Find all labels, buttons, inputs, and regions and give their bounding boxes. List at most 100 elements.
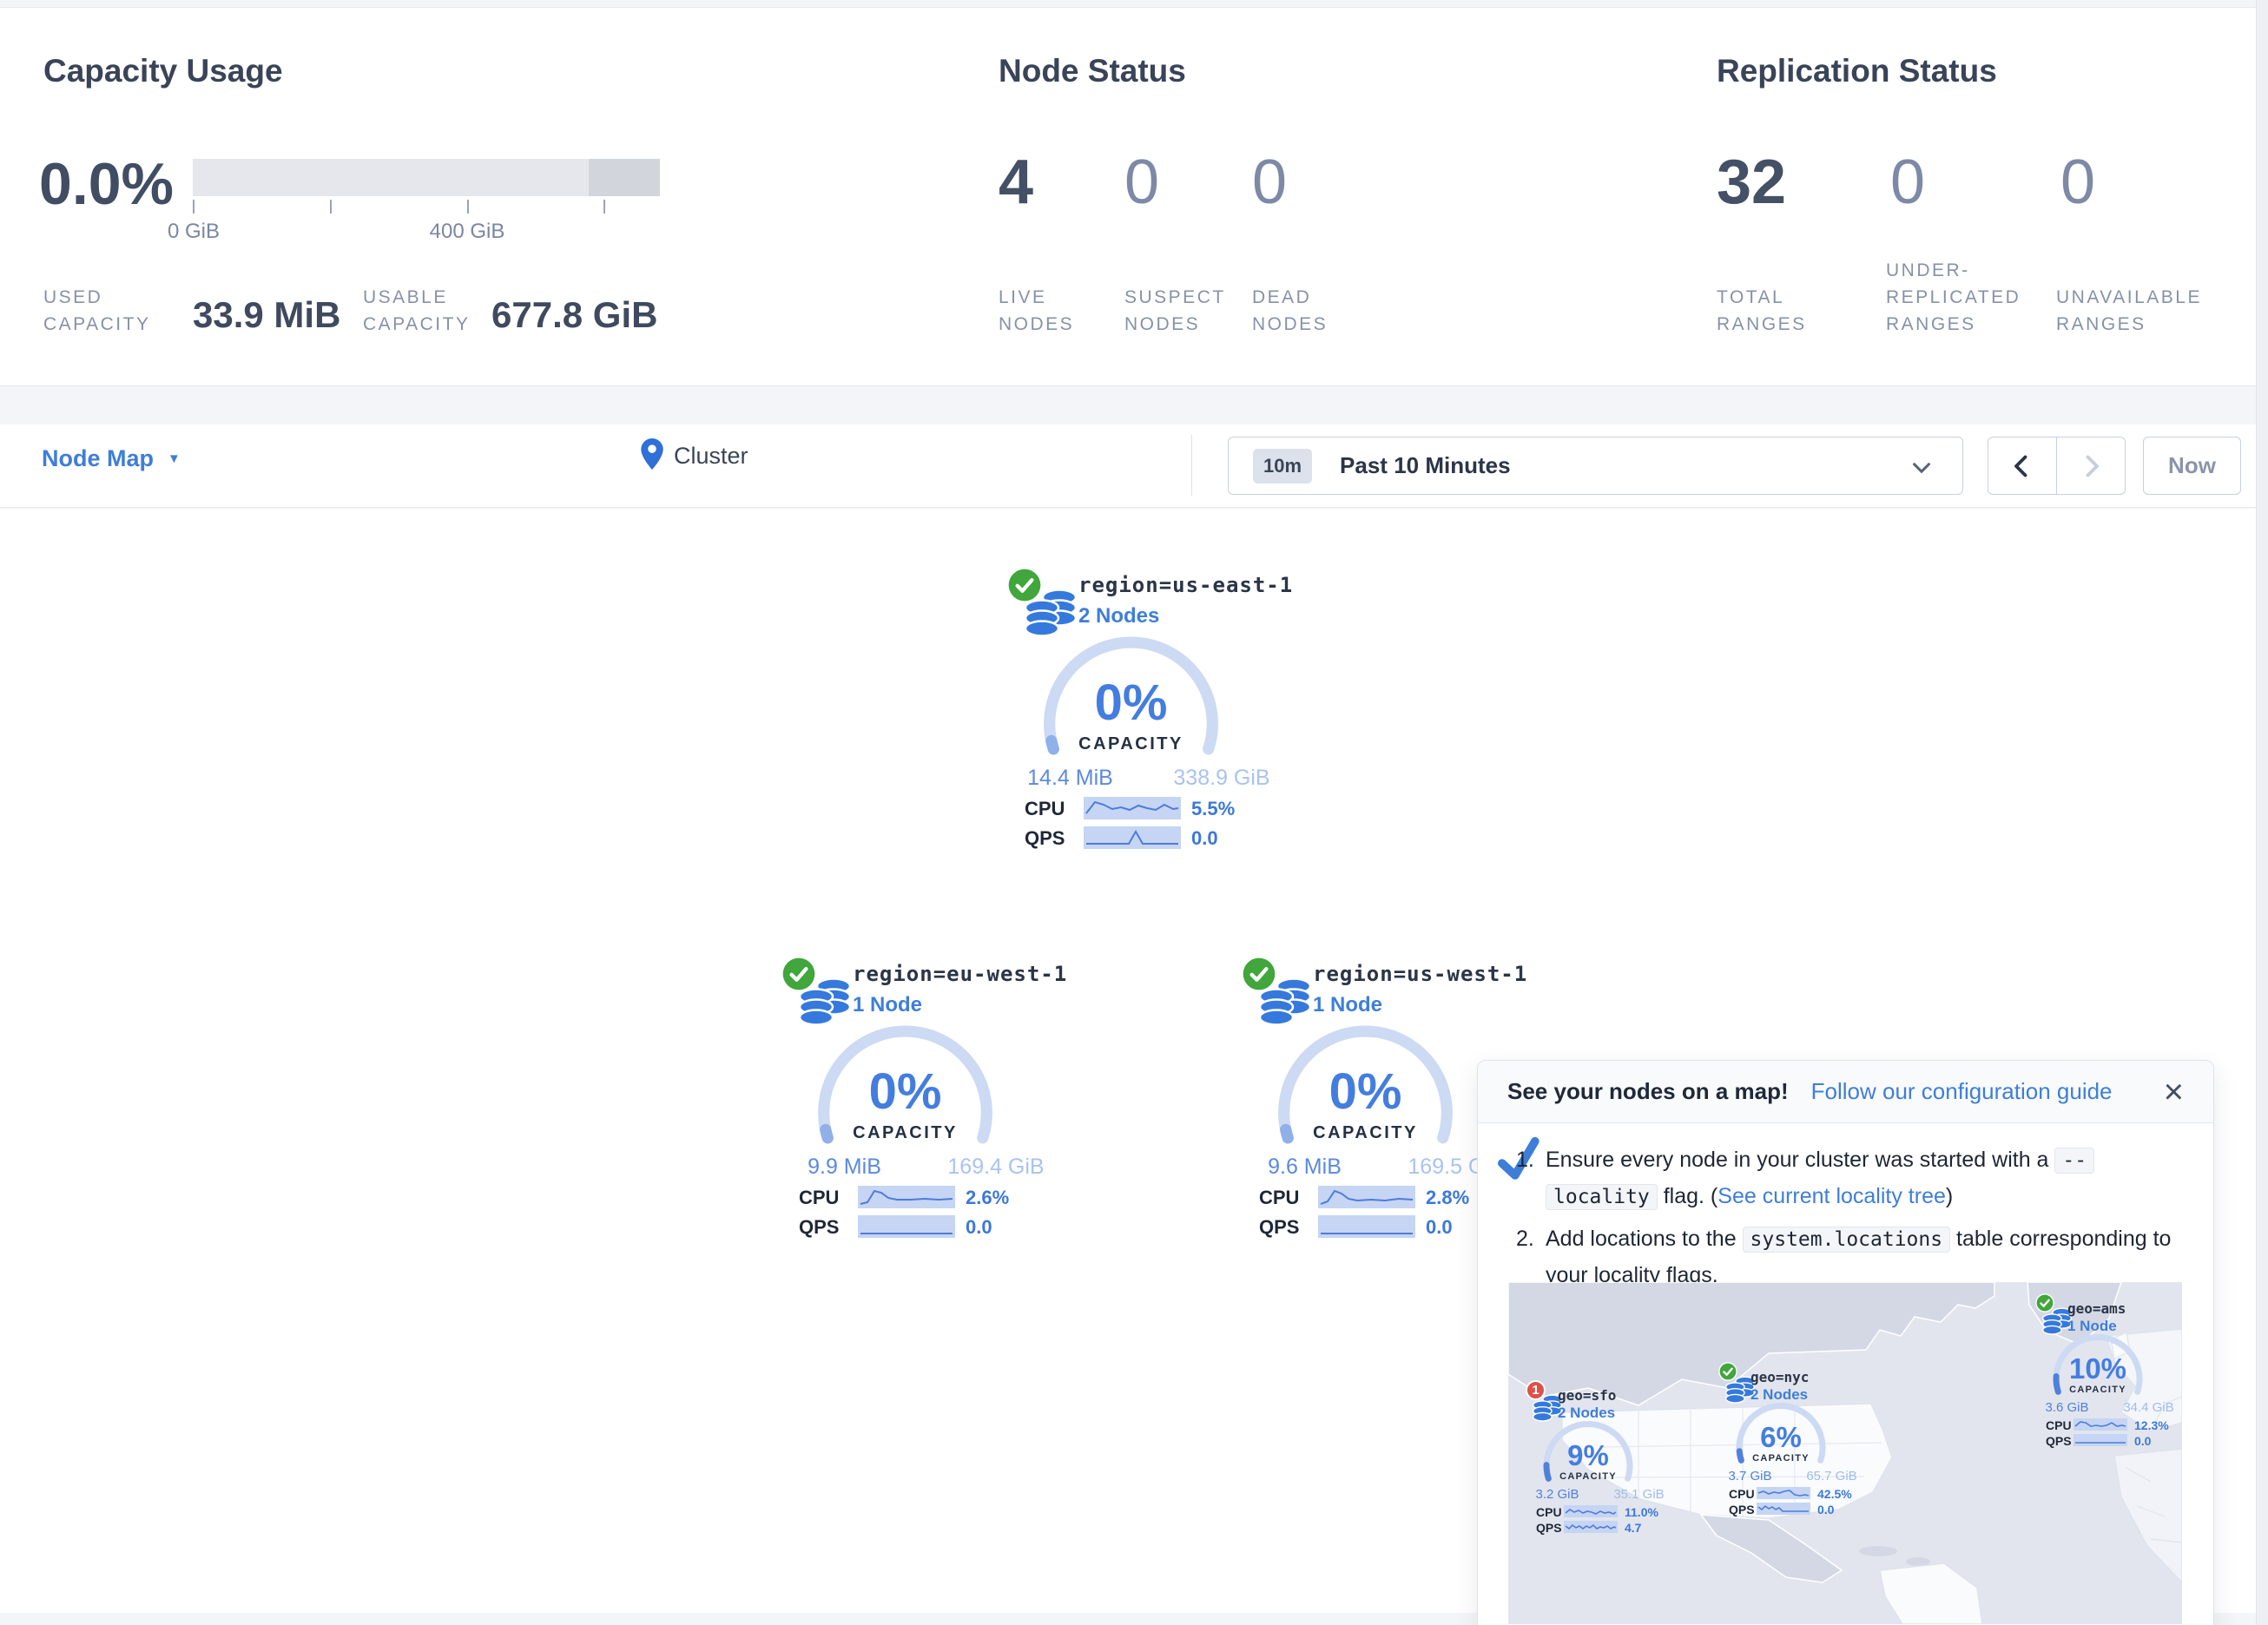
suspect-nodes-count: 0	[1124, 147, 1159, 218]
qps-label: QPS	[1259, 1216, 1299, 1239]
region-nodes-link[interactable]: 1 Node	[853, 993, 922, 1017]
step-text: Ensure every node in your cluster was st…	[1546, 1148, 2054, 1172]
time-back-button[interactable]	[1988, 438, 2056, 494]
qps-sparkline	[1318, 1215, 1415, 1238]
qps-value: 0.0	[1191, 827, 1218, 850]
location-pin-icon	[641, 438, 663, 474]
capacity-percent: 9%	[1540, 1439, 1636, 1472]
capacity-label: CAPACITY	[1733, 1453, 1829, 1464]
database-icon	[797, 976, 853, 1030]
geo-nodes-link[interactable]: 1 Node	[2067, 1318, 2117, 1335]
region-locality-label: region=us-west-1	[1313, 962, 1527, 986]
node-status-title: Node Status	[999, 53, 1186, 89]
used-capacity-value: 33.9 MiB	[193, 294, 340, 336]
usable-capacity-label: USABLE CAPACITY	[363, 284, 493, 338]
world-map-preview: 1 geo=sfo 2 Nodes 9% CAPACITY 3.2 GiB	[1508, 1282, 2182, 1624]
capacity-total: 338.9 GiB	[1165, 766, 1278, 791]
cpu-row: CPU 11.0%	[1536, 1505, 1675, 1519]
step-text: flag. (	[1658, 1184, 1717, 1208]
live-nodes-label: LIVE NODES	[999, 284, 1107, 338]
capacity-usage-bar	[193, 159, 660, 196]
cpu-row: CPU 42.5%	[1729, 1487, 1868, 1501]
breadcrumb[interactable]: Cluster	[641, 438, 748, 474]
region-nodes-link[interactable]: 1 Node	[1313, 993, 1382, 1017]
suspect-nodes-label: SUSPECT NODES	[1124, 284, 1237, 338]
close-icon[interactable]: ×	[2164, 1079, 2184, 1105]
step-number: 1.	[1516, 1142, 1534, 1178]
unavailable-label: UNAVAILABLE RANGES	[2056, 284, 2243, 338]
cpu-label: CPU	[1259, 1187, 1299, 1209]
axis-tick-label: 0 GiB	[142, 220, 246, 244]
instruction-step-1: 1. Ensure every node in your cluster was…	[1516, 1142, 2193, 1215]
chevron-left-icon	[2010, 454, 2034, 478]
nodes-on-map-popup: See your nodes on a map! Follow our conf…	[1477, 1060, 2214, 1625]
qps-row: QPS 4.7	[1536, 1521, 1675, 1535]
database-icon	[1023, 587, 1078, 641]
axis-tick-label: 400 GiB	[415, 220, 519, 244]
step-number: 2.	[1516, 1221, 1534, 1257]
cpu-sparkline	[858, 1186, 955, 1208]
qps-label: QPS	[1025, 827, 1065, 850]
step-text: )	[1946, 1184, 1953, 1208]
cpu-sparkline	[1564, 1505, 1618, 1517]
capacity-used: 9.9 MiB	[790, 1155, 899, 1180]
region-card-eu-west-1: region=eu-west-1 1 Node 0% CAPACITY 9.9 …	[773, 951, 1068, 1243]
region-nodes-link[interactable]: 2 Nodes	[1078, 604, 1159, 628]
time-range-badge: 10m	[1253, 449, 1312, 484]
step-text: Add locations to the	[1546, 1227, 1743, 1251]
cpu-label: CPU	[799, 1187, 839, 1209]
time-range-dropdown[interactable]: 10m Past 10 Minutes	[1228, 437, 1963, 495]
capacity-used: 3.6 GiB	[2030, 1400, 2104, 1415]
map-node-geo-nyc: geo=nyc 2 Nodes 6% CAPACITY 3.7 GiB 65.7…	[1718, 1362, 1866, 1520]
system-locations-code: system.locations	[1743, 1227, 1951, 1253]
toolbar-divider	[1191, 435, 1192, 496]
region-locality-label: region=us-east-1	[1078, 573, 1293, 597]
cpu-label: CPU	[1536, 1505, 1562, 1519]
qps-label: QPS	[2046, 1434, 2072, 1448]
capacity-bar-reserved-segment	[589, 159, 660, 196]
capacity-label: CAPACITY	[1540, 1471, 1636, 1482]
qps-label: QPS	[1729, 1503, 1755, 1516]
capacity-label: CAPACITY	[1272, 1123, 1459, 1143]
qps-value: 0.0	[2134, 1434, 2151, 1448]
cpu-sparkline	[1757, 1487, 1810, 1499]
geo-locality-label: geo=sfo	[1558, 1387, 1616, 1404]
cpu-sparkline	[1084, 797, 1181, 819]
geo-locality-label: geo=ams	[2067, 1300, 2126, 1317]
popup-header: See your nodes on a map! Follow our conf…	[1478, 1061, 2213, 1123]
qps-label: QPS	[799, 1216, 839, 1239]
page-scrollbar[interactable]	[2256, 0, 2268, 1625]
chevron-down-icon	[1910, 462, 1933, 474]
region-card-us-east-1: region=us-east-1 2 Nodes 0% CAPACITY 14.…	[999, 562, 1294, 854]
node-map-canvas: region=us-east-1 2 Nodes 0% CAPACITY 14.…	[0, 509, 2268, 1613]
qps-sparkline	[858, 1215, 955, 1238]
unavailable-count: 0	[2060, 147, 2095, 218]
axis-tick	[193, 200, 194, 214]
qps-sparkline	[1757, 1503, 1810, 1515]
capacity-used: 14.4 MiB	[1016, 766, 1124, 791]
database-icon	[1257, 976, 1313, 1030]
node-map-page: Capacity Usage 0.0% 0 GiB 400 GiB USED C…	[0, 0, 2268, 1625]
time-range-label: Past 10 Minutes	[1340, 452, 1511, 479]
locality-tree-link[interactable]: See current locality tree	[1717, 1184, 1946, 1208]
now-button[interactable]: Now	[2143, 437, 2241, 495]
capacity-percent: 0%	[1272, 1062, 1459, 1121]
capacity-percent: 0%	[812, 1062, 999, 1121]
qps-value: 0.0	[1426, 1216, 1453, 1239]
dead-nodes-count: 0	[1252, 147, 1287, 218]
breadcrumb-cluster-label: Cluster	[674, 443, 748, 470]
chevron-right-icon	[2079, 454, 2103, 478]
cpu-label: CPU	[1025, 798, 1065, 820]
qps-row: QPS 0.0	[1729, 1503, 1868, 1516]
configuration-guide-link[interactable]: Follow our configuration guide	[1811, 1078, 2113, 1105]
time-forward-button[interactable]	[2056, 438, 2125, 494]
qps-value: 0.0	[966, 1216, 992, 1239]
capacity-used-percent: 0.0%	[39, 150, 174, 218]
capacity-label: CAPACITY	[2050, 1385, 2146, 1395]
cluster-summary-bar: Capacity Usage 0.0% 0 GiB 400 GiB USED C…	[0, 7, 2268, 386]
geo-nodes-link[interactable]: 2 Nodes	[1750, 1386, 1808, 1404]
qps-label: QPS	[1536, 1521, 1562, 1535]
view-selector-dropdown[interactable]: Node Map▼	[42, 445, 181, 472]
dead-nodes-label: DEAD NODES	[1252, 284, 1361, 338]
geo-nodes-link[interactable]: 2 Nodes	[1558, 1405, 1615, 1422]
